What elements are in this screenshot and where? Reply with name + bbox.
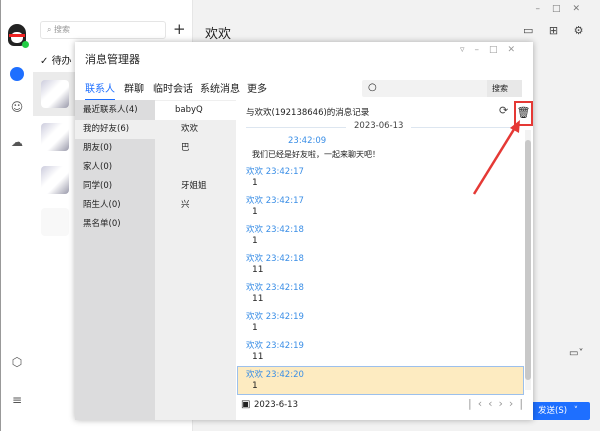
message-sender: 欢欢 23:42:18 <box>246 223 304 235</box>
avatar <box>41 80 69 108</box>
category-item[interactable]: 最近联系人(4) <box>75 101 155 120</box>
sender-name: 欢欢 <box>246 196 264 206</box>
message-time: 23:42:18 <box>265 254 304 264</box>
chevron-down-icon[interactable]: ˅ <box>574 406 578 416</box>
message-text: 1 <box>252 236 258 246</box>
search-button[interactable]: 搜索 <box>487 80 522 97</box>
message-time: 23:42:17 <box>265 196 304 206</box>
avatar[interactable] <box>41 208 69 236</box>
search-box[interactable]: ○ 搜索 <box>362 80 522 97</box>
tab-0[interactable]: 联系人 <box>85 80 115 101</box>
message-text: 我们已经是好友啦，一起来聊天吧！ <box>252 150 380 159</box>
category-item[interactable]: 黑名单(0) <box>75 215 155 234</box>
message-time: 23:42:18 <box>265 225 304 235</box>
cloud-icon[interactable]: ☁ <box>7 135 27 149</box>
message-time: 23:42:19 <box>265 312 304 322</box>
category-item[interactable]: 朋友(0) <box>75 139 155 158</box>
search-icon: ○ <box>368 82 377 93</box>
sender-name: 欢欢 <box>246 254 264 264</box>
avatar[interactable] <box>41 166 69 194</box>
message-sender: 欢欢 23:42:18 <box>246 252 304 264</box>
message-time: 23:42:09 <box>288 136 327 146</box>
message-sender: 欢欢 23:42:17 <box>246 165 304 177</box>
search-placeholder: 搜索 <box>54 25 71 34</box>
avatar[interactable] <box>41 123 69 151</box>
tab-3[interactable]: 系统消息 <box>200 80 240 95</box>
contacts-icon[interactable]: ☺ <box>7 100 27 114</box>
friend-item[interactable]: babyQ <box>155 101 236 120</box>
message-time: 23:42:19 <box>265 341 304 351</box>
next-page-icon[interactable]: › <box>499 397 509 410</box>
window-controls[interactable]: –□✕ <box>535 4 592 14</box>
friend-item[interactable]: 巴 <box>155 139 236 158</box>
category-list: 最近联系人(4) 我的好友(6) 朋友(0) 家人(0) 同学(0) 陌生人(0) 黑名单(… <box>75 100 155 420</box>
message-manager-dialog: 消息管理器 ▿–□✕ 联系人 群聊 临时会话 系统消息 更多 ○ 搜索 最近联系人(4)… <box>75 42 533 420</box>
message-time: 23:42:17 <box>265 167 304 177</box>
add-button[interactable]: + <box>173 20 186 38</box>
annotation-arrow <box>470 118 530 198</box>
dialog-title: 消息管理器 <box>85 53 140 66</box>
sender-name: 欢欢 <box>246 370 264 380</box>
prev-page-icon[interactable]: ‹ <box>488 397 498 410</box>
sender-name: 欢欢 <box>246 341 264 351</box>
message-text: 1 <box>252 323 258 333</box>
message-sender: 欢欢 23:42:19 <box>246 310 304 322</box>
history-icon[interactable]: ▭˅ <box>569 348 583 359</box>
message-sender: 23:42:09 <box>288 136 326 146</box>
message-icon[interactable] <box>10 67 24 81</box>
calendar-icon[interactable]: ▣ <box>241 399 250 410</box>
sender-name: 欢欢 <box>246 225 264 235</box>
tab-1[interactable]: 群聊 <box>124 80 144 95</box>
friend-list: babyQ 欢欢巴牙姐姐兴 <box>155 100 236 420</box>
sender-name: 欢欢 <box>246 167 264 177</box>
message-sender: 欢欢 23:42:19 <box>246 339 304 351</box>
last-page-icon[interactable]: ›| <box>509 397 529 410</box>
todo-label: 待办 <box>51 56 72 67</box>
send-button[interactable]: 发送(S) ˅ <box>530 402 590 420</box>
todo-item[interactable]: ✓ 待办 <box>40 52 72 67</box>
add-member-icon[interactable]: ⊞ <box>549 24 558 37</box>
message-time: 23:42:20 <box>265 370 304 380</box>
screen-share-icon[interactable]: ▭ <box>523 24 533 37</box>
category-item[interactable]: 家人(0) <box>75 158 155 177</box>
message-text: 11 <box>252 294 264 304</box>
message-text: 11 <box>252 352 264 362</box>
dialog-window-controls[interactable]: ▿–□✕ <box>460 45 525 55</box>
friend-item[interactable]: 牙姐姐 <box>155 177 236 196</box>
chat-title: 欢欢 <box>205 27 232 42</box>
friend-item[interactable]: 欢欢 <box>155 120 236 139</box>
message-text: 1 <box>252 207 258 217</box>
friend-item[interactable] <box>155 158 236 177</box>
category-item[interactable]: 陌生人(0) <box>75 196 155 215</box>
tab-2[interactable]: 临时会话 <box>153 80 193 95</box>
category-item[interactable]: 同学(0) <box>75 177 155 196</box>
first-page-icon[interactable]: |‹ <box>468 397 488 410</box>
message-text: 1 <box>252 178 258 188</box>
message-time: 23:42:18 <box>265 283 304 293</box>
settings-icon[interactable]: ⚙ <box>574 24 584 37</box>
message-sender: 欢欢 23:42:20 <box>246 368 304 380</box>
footer-date: 2023-6-13 <box>254 400 298 410</box>
left-rail: ☺ ☁ ⬡ ≡ <box>0 0 33 431</box>
category-item[interactable]: 我的好友(6) <box>75 120 155 139</box>
send-label: 发送(S) <box>538 406 568 416</box>
chat-toolbar[interactable]: ▭ ⊞ ⚙ <box>523 24 584 37</box>
sender-name: 欢欢 <box>246 312 264 322</box>
message-text: 1 <box>252 381 258 391</box>
apps-cube-icon[interactable]: ⬡ <box>7 355 27 369</box>
search-input[interactable]: ⌕ 搜索 <box>40 21 166 39</box>
pagination[interactable]: |‹‹››| <box>468 397 529 410</box>
friend-item[interactable]: 兴 <box>155 196 236 215</box>
tab-4[interactable]: 更多 <box>247 80 267 95</box>
menu-icon[interactable]: ≡ <box>7 393 27 407</box>
qq-avatar[interactable] <box>8 24 29 48</box>
message-text: 11 <box>252 265 264 275</box>
message-sender: 欢欢 23:42:17 <box>246 194 304 206</box>
sender-name: 欢欢 <box>246 283 264 293</box>
message-sender: 欢欢 23:42:18 <box>246 281 304 293</box>
